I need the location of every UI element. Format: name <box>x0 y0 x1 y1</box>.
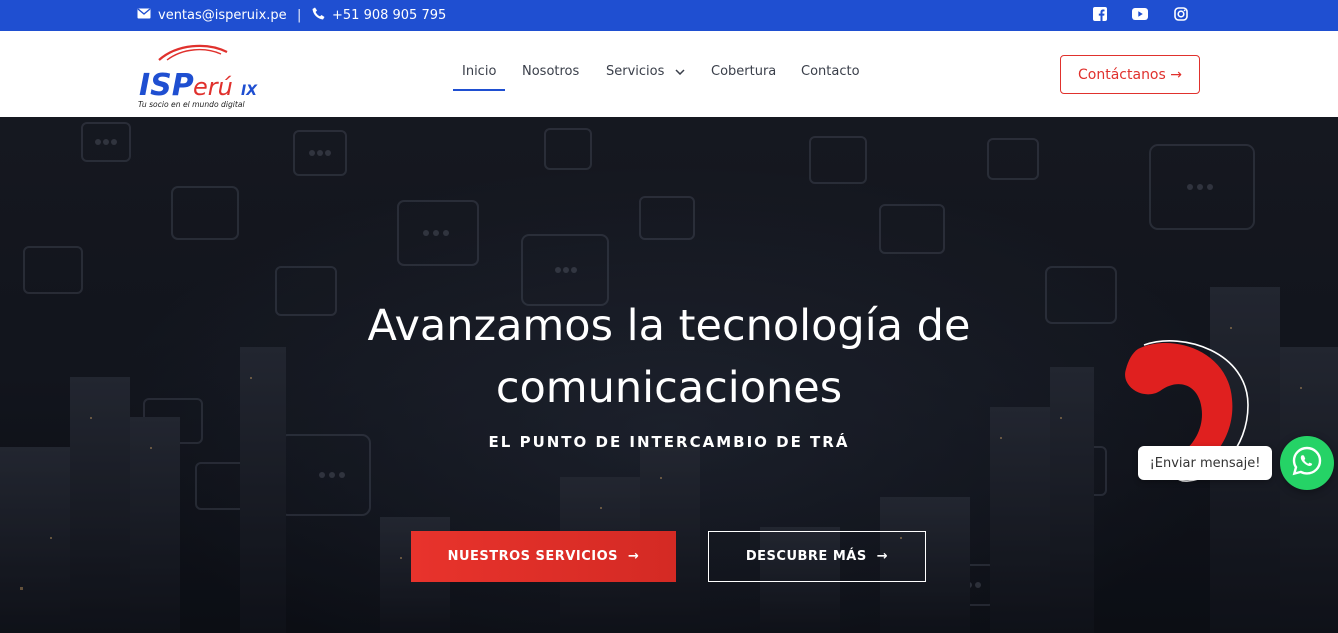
our-services-button[interactable]: NUESTROS SERVICIOS → <box>411 531 676 582</box>
contact-button[interactable]: Contáctanos → <box>1060 55 1200 94</box>
chevron-down-icon <box>675 64 685 79</box>
instagram-icon[interactable] <box>1173 6 1189 22</box>
nav-cobertura[interactable]: Cobertura <box>711 64 776 79</box>
top-email[interactable]: ventas@isperuix.pe <box>137 0 287 31</box>
top-phone[interactable]: +51 908 905 795 <box>312 0 446 31</box>
logo-tagline: Tu socio en el mundo digital <box>138 100 246 109</box>
site-header: ISP erú IX Tu socio en el mundo digital … <box>0 31 1338 117</box>
phone-icon <box>312 7 325 24</box>
youtube-icon[interactable] <box>1132 6 1148 22</box>
nav-servicios[interactable]: Servicios <box>606 64 685 79</box>
whatsapp-button[interactable] <box>1280 436 1334 490</box>
discover-more-label: DESCUBRE MÁS <box>745 549 867 564</box>
arrow-right-icon: → <box>876 549 889 564</box>
nav-nosotros[interactable]: Nosotros <box>522 64 579 79</box>
nav-contacto[interactable]: Contacto <box>801 64 860 79</box>
top-email-text: ventas@isperuix.pe <box>158 8 287 23</box>
top-bar: ventas@isperuix.pe | +51 908 905 795 <box>0 0 1338 31</box>
site-logo[interactable]: ISP erú IX Tu socio en el mundo digital <box>137 38 267 110</box>
hero-title-line2: comunicaciones <box>495 363 843 413</box>
whatsapp-send-message-label[interactable]: ¡Enviar mensaje! <box>1138 446 1272 480</box>
whatsapp-icon <box>1291 445 1323 481</box>
logo-peru-text: erú <box>193 73 233 101</box>
our-services-label: NUESTROS SERVICIOS <box>447 549 619 564</box>
hero-title: Avanzamos la tecnología de comunicacione… <box>300 295 1038 419</box>
nav-inicio[interactable]: Inicio <box>452 64 506 91</box>
facebook-icon[interactable] <box>1092 6 1108 22</box>
hero-section: Avanzamos la tecnología de comunicacione… <box>0 117 1338 633</box>
nav-servicios-label: Servicios <box>606 64 665 79</box>
discover-more-button[interactable]: DESCUBRE MÁS → <box>708 531 926 582</box>
envelope-icon <box>137 8 151 23</box>
top-phone-text: +51 908 905 795 <box>332 8 447 23</box>
logo-isp-text: ISP <box>139 68 194 103</box>
logo-ix-text: IX <box>241 83 258 99</box>
arrow-right-icon: → <box>628 549 640 564</box>
hero-subtitle: EL PUNTO DE INTERCAMBIO DE TRÁ <box>488 433 850 451</box>
top-separator: | <box>297 8 302 23</box>
hero-title-line1: Avanzamos la tecnología de <box>367 301 971 351</box>
